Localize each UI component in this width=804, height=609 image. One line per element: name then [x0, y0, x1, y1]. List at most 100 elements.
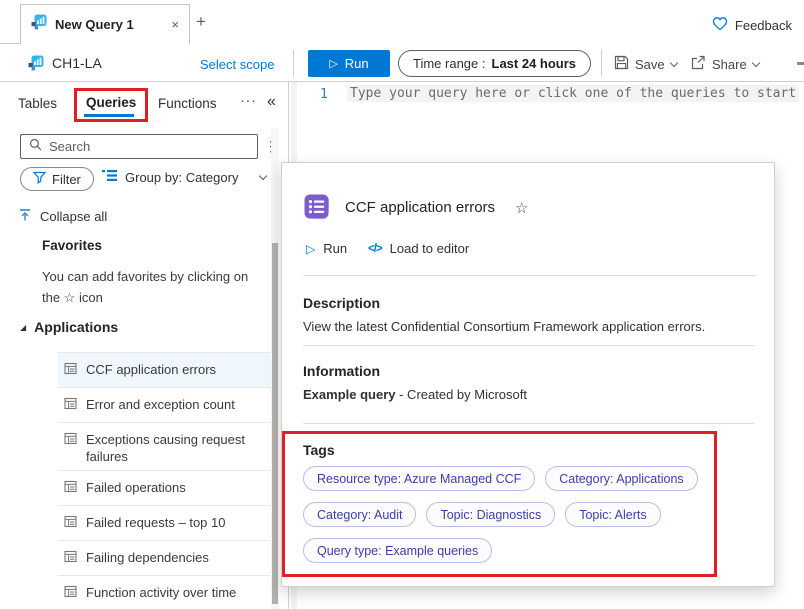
applications-group-header[interactable]: ◢ Applications	[20, 319, 118, 335]
query-list-item[interactable]: Failing dependencies	[58, 541, 270, 576]
tab-close-icon[interactable]: ×	[171, 17, 179, 32]
collapse-all-icon	[18, 208, 32, 225]
code-icon: </>	[368, 243, 382, 255]
time-range-label: Time range :	[413, 56, 486, 71]
load-to-editor-label: Load to editor	[390, 241, 470, 256]
flyout-divider	[303, 275, 755, 276]
run-button[interactable]: ▷ Run	[308, 50, 390, 77]
heart-icon	[712, 16, 728, 34]
query-item-label: Error and exception count	[86, 396, 235, 413]
editor-placeholder-text[interactable]: Type your query here or click one of the…	[347, 85, 799, 102]
sidebar-more-tabs-icon[interactable]: ···	[240, 92, 257, 108]
sidebar-tab-functions[interactable]: Functions	[158, 96, 217, 111]
annotation-box-queries-tab	[74, 88, 148, 122]
select-scope-link[interactable]: Select scope	[200, 57, 274, 72]
query-doc-icon	[64, 432, 77, 449]
query-list-item[interactable]: Failed operations	[58, 471, 270, 506]
feedback-label: Feedback	[735, 18, 792, 33]
editor-line-number: 1	[320, 87, 328, 102]
toolbar-separator-2	[601, 50, 602, 77]
flyout-run-label: Run	[323, 241, 347, 256]
query-list-item[interactable]: Function activity over time	[58, 576, 270, 609]
save-label: Save	[635, 57, 665, 72]
time-range-picker[interactable]: Time range : Last 24 hours	[398, 50, 591, 77]
feedback-button[interactable]: Feedback	[712, 16, 792, 34]
share-button[interactable]: Share	[690, 55, 759, 73]
query-list-item[interactable]: Failed requests – top 10	[58, 506, 270, 541]
query-doc-icon	[64, 362, 77, 379]
workspace-name: CH1-LA	[52, 55, 102, 71]
new-tab-button[interactable]: +	[196, 12, 206, 32]
flyout-play-icon: ▷	[306, 242, 315, 256]
information-text: Example query - Created by Microsoft	[303, 387, 527, 402]
share-label: Share	[712, 57, 747, 72]
save-button[interactable]: Save	[614, 55, 677, 73]
applications-group-title: Applications	[34, 319, 118, 335]
query-doc-icon	[64, 397, 77, 414]
query-doc-icon	[64, 585, 77, 602]
query-doc-icon	[64, 515, 77, 532]
query-doc-icon	[64, 480, 77, 497]
play-icon: ▷	[329, 57, 337, 70]
information-query-type: Example query	[303, 387, 396, 402]
toolbar-separator	[293, 50, 294, 77]
information-heading: Information	[303, 363, 380, 379]
filter-label: Filter	[52, 172, 81, 187]
sidebar-scrollbar-thumb[interactable]	[272, 243, 278, 604]
query-item-label: Function activity over time	[86, 584, 236, 601]
query-item-label: Failing dependencies	[86, 549, 209, 566]
flyout-title: CCF application errors	[345, 199, 495, 216]
tabbar-edge-line	[0, 43, 21, 44]
toolbar-bottom-border	[0, 81, 804, 82]
favorites-hint: You can add favorites by clicking on the…	[42, 266, 274, 308]
favorites-heading: Favorites	[42, 238, 102, 253]
query-item-label: Failed requests – top 10	[86, 514, 225, 531]
run-label: Run	[345, 56, 369, 71]
filter-button[interactable]: Filter	[20, 167, 94, 191]
filter-funnel-icon	[33, 171, 46, 187]
query-list-item-selected[interactable]: CCF application errors	[58, 353, 270, 388]
query-item-label: CCF application errors	[86, 361, 216, 378]
save-chevron-icon	[669, 58, 677, 66]
group-by-icon	[102, 169, 117, 185]
group-by-chevron-icon	[259, 171, 267, 179]
query-doc-icon	[64, 550, 77, 567]
description-heading: Description	[303, 295, 380, 311]
query-document-tab[interactable]: New Query 1 ×	[20, 4, 190, 44]
collapse-all-label: Collapse all	[40, 209, 107, 224]
log-analytics-icon	[31, 14, 47, 35]
group-by-label: Group by: Category	[125, 170, 238, 185]
favorites-hint-line2: the ☆ icon	[42, 290, 103, 305]
load-to-editor-button[interactable]: </> Load to editor	[368, 241, 469, 256]
search-icon	[29, 138, 42, 156]
toolbar-overflow-cut	[797, 62, 804, 65]
query-list: CCF application errors Error and excepti…	[58, 352, 270, 609]
query-list-item[interactable]: Exceptions causing request failures	[58, 423, 270, 471]
tab-title: New Query 1	[55, 17, 163, 32]
favorite-star-icon[interactable]: ☆	[515, 199, 528, 217]
share-chevron-icon	[751, 58, 759, 66]
group-by-dropdown[interactable]: Group by: Category	[102, 169, 266, 185]
flyout-divider	[303, 345, 755, 346]
collapse-pane-icon[interactable]: «	[267, 93, 276, 111]
time-range-value: Last 24 hours	[492, 56, 577, 71]
save-icon	[614, 55, 629, 73]
query-list-item[interactable]: Error and exception count	[58, 388, 270, 423]
search-input[interactable]	[49, 139, 219, 154]
information-created-by: - Created by Microsoft	[396, 387, 528, 402]
share-icon	[690, 55, 706, 73]
group-expander-icon: ◢	[20, 323, 26, 332]
flyout-run-button[interactable]: ▷ Run	[306, 241, 347, 256]
flyout-divider	[303, 423, 755, 424]
log-analytics-window: New Query 1 × + Feedback CH1-LA Select s…	[0, 0, 804, 609]
description-text: View the latest Confidential Consortium …	[303, 319, 705, 334]
favorites-hint-line1: You can add favorites by clicking on	[42, 269, 248, 284]
workspace-icon	[28, 55, 44, 76]
query-item-label: Exceptions causing request failures	[86, 431, 258, 465]
collapse-all-button[interactable]: Collapse all	[18, 208, 107, 225]
query-item-label: Failed operations	[86, 479, 186, 496]
search-box[interactable]	[20, 134, 258, 159]
query-purple-icon	[303, 193, 331, 226]
sidebar-tab-tables[interactable]: Tables	[18, 96, 57, 111]
annotation-box-tags	[282, 431, 717, 577]
